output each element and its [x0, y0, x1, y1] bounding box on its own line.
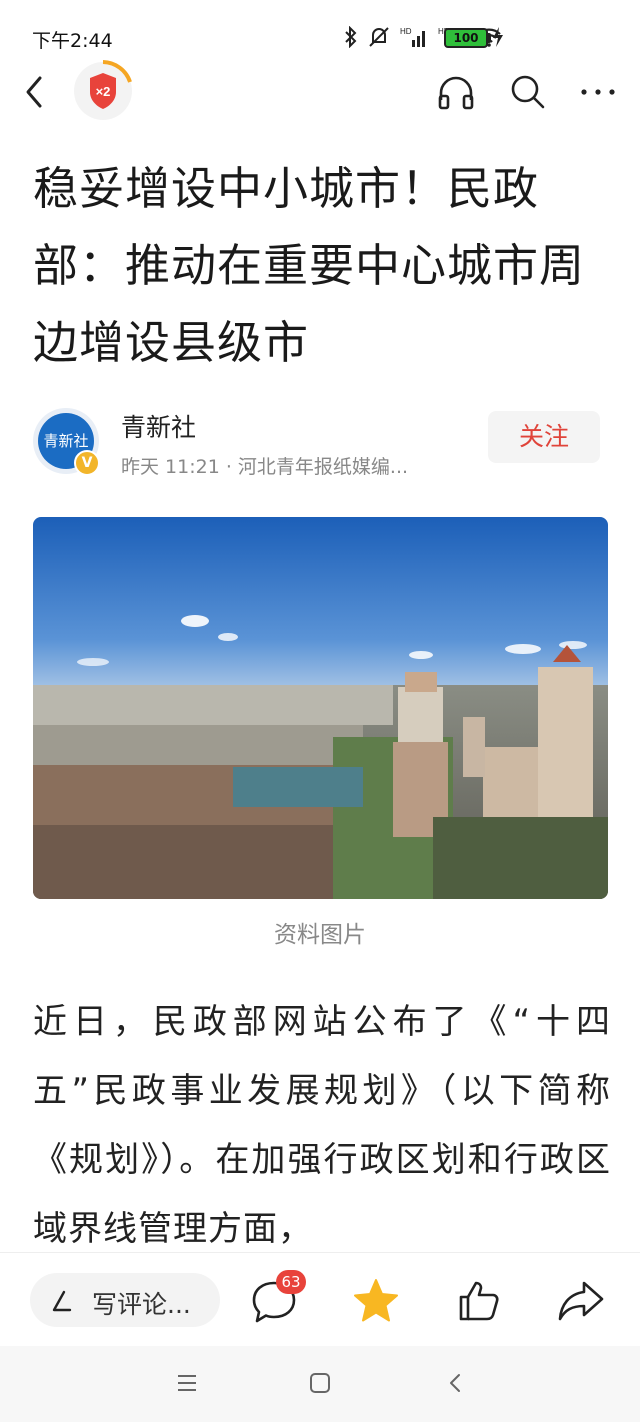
article-body: 近日，民政部网站公布了《“十四五”民政事业发展规划》（以下简称《规划》）。在加强…: [33, 1002, 611, 1249]
chevron-left-icon: [26, 76, 42, 108]
back-button[interactable]: [18, 72, 52, 112]
star-icon: [354, 1279, 398, 1322]
hd-signal-icon: HD: [400, 27, 425, 47]
back-icon[interactable]: [445, 1372, 467, 1394]
author-name[interactable]: 青新社: [121, 408, 196, 444]
battery-cap: [488, 33, 491, 43]
share-arrow-icon: [558, 1281, 604, 1321]
reward-badge[interactable]: ×2: [72, 60, 134, 122]
comment-input[interactable]: 写评论...: [30, 1273, 220, 1327]
svg-text:HD: HD: [400, 27, 412, 36]
thumbs-up-icon: [459, 1281, 499, 1321]
search-button[interactable]: [508, 72, 548, 112]
more-button[interactable]: [578, 72, 618, 112]
battery-level: 100: [453, 31, 479, 45]
bluetooth-icon: [345, 26, 357, 48]
verified-badge: V: [74, 450, 100, 476]
photo-caption: 资料图片: [274, 922, 366, 948]
article-title: 稳妥增设中小城市！民政部：推动在重要中心城市周边增设县级市: [33, 162, 586, 369]
comment-placeholder: 写评论...: [92, 1290, 191, 1319]
like-button[interactable]: [455, 1277, 503, 1325]
reward-shield-icon: ×2: [74, 60, 132, 120]
home-icon[interactable]: [309, 1372, 331, 1394]
bottom-toolbar: 写评论... 63: [0, 1252, 640, 1344]
system-nav-bar: [0, 1346, 640, 1422]
mute-icon: [369, 27, 389, 47]
favorite-button[interactable]: [352, 1277, 400, 1325]
share-button[interactable]: [556, 1279, 606, 1323]
battery-icon: 100: [444, 28, 488, 48]
article-photo[interactable]: [33, 517, 608, 899]
pencil-icon: [52, 1290, 72, 1312]
reward-multiplier: ×2: [96, 84, 111, 99]
more-icon: [581, 89, 615, 95]
charging-icon: [493, 27, 503, 47]
follow-button[interactable]: 关注: [488, 411, 600, 463]
author-meta: 昨天 11:21 · 河北青年报纸媒编...: [121, 456, 409, 478]
menu-icon[interactable]: [176, 1372, 198, 1394]
search-icon: [511, 75, 545, 109]
comment-count-badge: 63: [276, 1270, 306, 1294]
headphones-icon: [438, 76, 474, 110]
status-time: 下午2:44: [32, 30, 113, 52]
top-nav: ×2: [0, 60, 640, 130]
listen-button[interactable]: [436, 72, 476, 112]
city-aerial-photo: [33, 517, 608, 899]
